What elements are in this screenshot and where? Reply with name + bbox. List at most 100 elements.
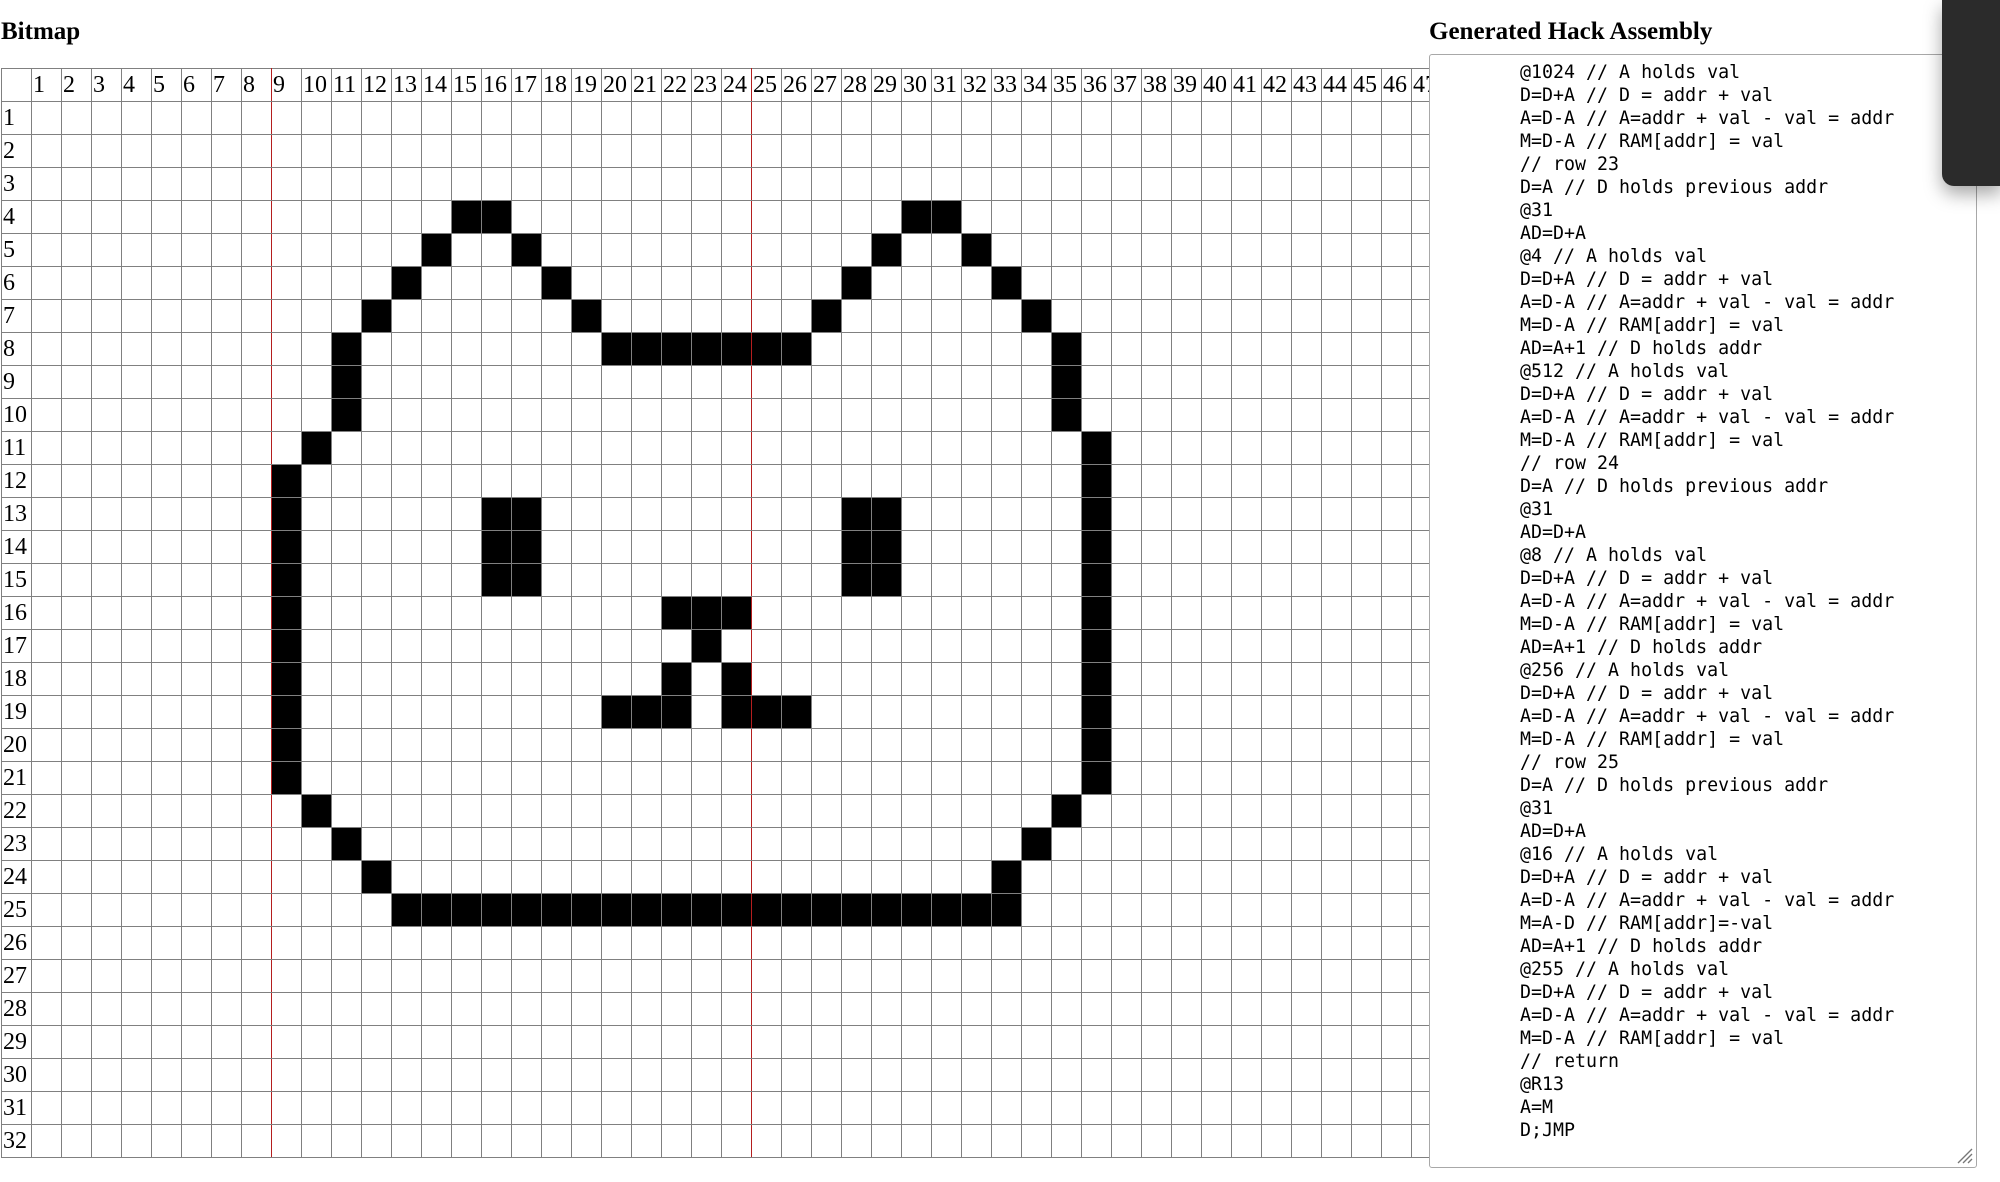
bitmap-cell[interactable] (271, 992, 302, 1026)
bitmap-cell[interactable] (631, 827, 662, 861)
bitmap-cell[interactable] (391, 497, 422, 531)
bitmap-cell[interactable] (871, 134, 902, 168)
bitmap-cell[interactable] (931, 992, 962, 1026)
bitmap-cell[interactable] (1201, 959, 1232, 993)
bitmap-cell[interactable] (1081, 959, 1112, 993)
bitmap-cell[interactable] (211, 695, 242, 729)
bitmap-cell[interactable] (781, 530, 812, 564)
bitmap-cell[interactable] (1321, 893, 1352, 927)
bitmap-cell[interactable] (871, 1058, 902, 1092)
bitmap-cell[interactable] (181, 431, 212, 465)
bitmap-cell[interactable] (661, 662, 692, 696)
bitmap-cell[interactable] (631, 134, 662, 168)
bitmap-cell[interactable] (271, 1124, 302, 1158)
bitmap-cell[interactable] (91, 299, 122, 333)
bitmap-cell[interactable] (301, 464, 332, 498)
bitmap-cell[interactable] (631, 101, 662, 135)
bitmap-cell[interactable] (601, 167, 632, 201)
bitmap-cell[interactable] (331, 1124, 362, 1158)
bitmap-cell[interactable] (1111, 464, 1142, 498)
bitmap-cell[interactable] (121, 332, 152, 366)
bitmap-cell[interactable] (1081, 233, 1112, 267)
bitmap-cell[interactable] (601, 596, 632, 630)
bitmap-cell[interactable] (691, 200, 722, 234)
bitmap-cell[interactable] (511, 695, 542, 729)
bitmap-cell[interactable] (1321, 134, 1352, 168)
bitmap-cell[interactable] (241, 431, 272, 465)
bitmap-cell[interactable] (211, 299, 242, 333)
bitmap-cell[interactable] (1171, 1058, 1202, 1092)
bitmap-cell[interactable] (1291, 134, 1322, 168)
bitmap-cell[interactable] (121, 959, 152, 993)
bitmap-cell[interactable] (481, 200, 512, 234)
bitmap-cell[interactable] (631, 596, 662, 630)
bitmap-cell[interactable] (1111, 563, 1142, 597)
bitmap-cell[interactable] (1351, 1025, 1382, 1059)
bitmap-cell[interactable] (901, 728, 932, 762)
bitmap-cell[interactable] (691, 860, 722, 894)
bitmap-cell[interactable] (1141, 332, 1172, 366)
bitmap-cell[interactable] (1021, 893, 1052, 927)
bitmap-cell[interactable] (691, 233, 722, 267)
bitmap-cell[interactable] (151, 398, 182, 432)
bitmap-cell[interactable] (1291, 266, 1322, 300)
bitmap-cell[interactable] (211, 365, 242, 399)
bitmap-cell[interactable] (1261, 728, 1292, 762)
bitmap-cell[interactable] (1141, 233, 1172, 267)
bitmap-cell[interactable] (1171, 233, 1202, 267)
bitmap-cell[interactable] (1351, 332, 1382, 366)
bitmap-cell[interactable] (61, 266, 92, 300)
bitmap-cell[interactable] (901, 926, 932, 960)
bitmap-cell[interactable] (1051, 1025, 1082, 1059)
bitmap-cell[interactable] (181, 233, 212, 267)
bitmap-cell[interactable] (631, 398, 662, 432)
bitmap-cell[interactable] (1081, 794, 1112, 828)
bitmap-cell[interactable] (1141, 761, 1172, 795)
bitmap-cell[interactable] (811, 860, 842, 894)
bitmap-cell[interactable] (1111, 827, 1142, 861)
bitmap-cell[interactable] (751, 761, 782, 795)
bitmap-cell[interactable] (331, 893, 362, 927)
bitmap-cell[interactable] (151, 464, 182, 498)
bitmap-cell[interactable] (1201, 200, 1232, 234)
bitmap-cell[interactable] (601, 365, 632, 399)
bitmap-cell[interactable] (151, 1058, 182, 1092)
bitmap-cell[interactable] (61, 761, 92, 795)
bitmap-cell[interactable] (1051, 266, 1082, 300)
bitmap-cell[interactable] (871, 200, 902, 234)
bitmap-cell[interactable] (691, 266, 722, 300)
bitmap-cell[interactable] (91, 959, 122, 993)
bitmap-cell[interactable] (151, 992, 182, 1026)
bitmap-cell[interactable] (931, 332, 962, 366)
bitmap-cell[interactable] (901, 299, 932, 333)
bitmap-cell[interactable] (391, 629, 422, 663)
bitmap-cell[interactable] (571, 200, 602, 234)
bitmap-cell[interactable] (1141, 1058, 1172, 1092)
bitmap-cell[interactable] (781, 1058, 812, 1092)
bitmap-cell[interactable] (511, 530, 542, 564)
bitmap-cell[interactable] (421, 992, 452, 1026)
bitmap-cell[interactable] (151, 695, 182, 729)
bitmap-cell[interactable] (841, 365, 872, 399)
bitmap-cell[interactable] (361, 629, 392, 663)
bitmap-cell[interactable] (1291, 464, 1322, 498)
bitmap-cell[interactable] (61, 134, 92, 168)
bitmap-cell[interactable] (691, 1124, 722, 1158)
bitmap-cell[interactable] (301, 860, 332, 894)
bitmap-cell[interactable] (601, 233, 632, 267)
bitmap-cell[interactable] (1201, 596, 1232, 630)
bitmap-cell[interactable] (451, 860, 482, 894)
bitmap-cell[interactable] (961, 1025, 992, 1059)
bitmap-cell[interactable] (391, 728, 422, 762)
bitmap-cell[interactable] (1021, 365, 1052, 399)
bitmap-cell[interactable] (1381, 794, 1412, 828)
bitmap-cell[interactable] (571, 827, 602, 861)
bitmap-cell[interactable] (61, 827, 92, 861)
bitmap-cell[interactable] (271, 827, 302, 861)
bitmap-cell[interactable] (931, 266, 962, 300)
bitmap-cell[interactable] (811, 629, 842, 663)
bitmap-cell[interactable] (271, 728, 302, 762)
bitmap-cell[interactable] (691, 101, 722, 135)
bitmap-cell[interactable] (541, 959, 572, 993)
bitmap-cell[interactable] (1381, 629, 1412, 663)
